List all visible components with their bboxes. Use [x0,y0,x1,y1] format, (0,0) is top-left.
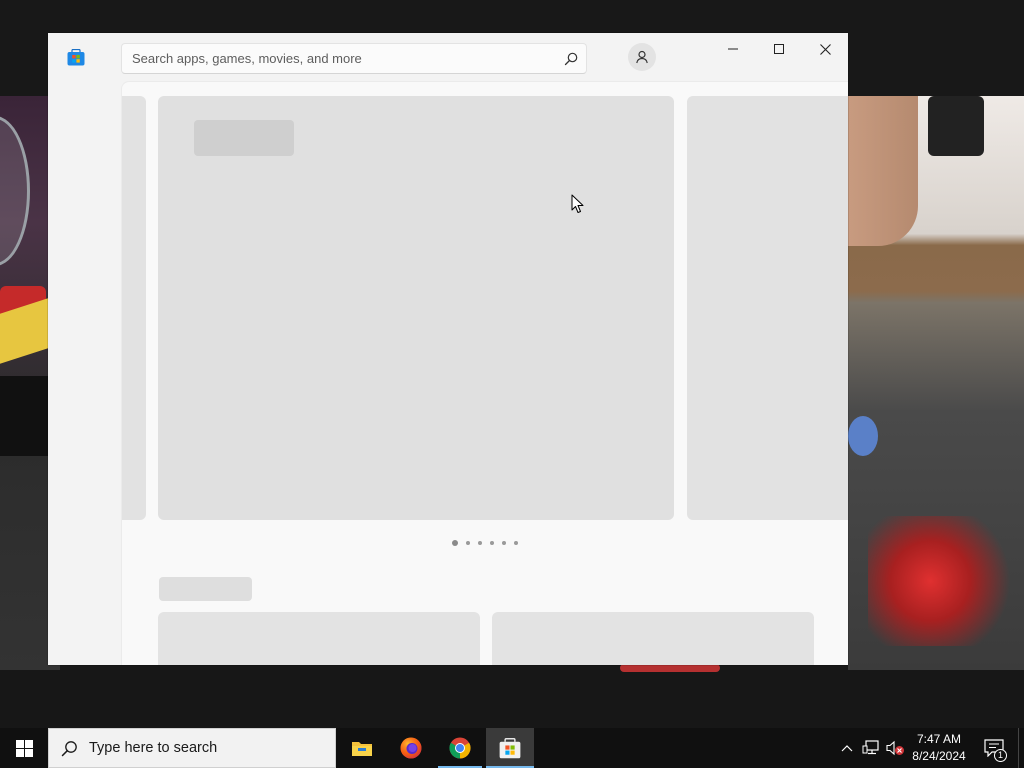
loading-card[interactable] [158,612,480,665]
user-icon [636,50,648,64]
taskbar-chrome[interactable] [436,728,484,768]
pager-dot[interactable] [514,541,518,545]
notification-count-badge: 1 [994,749,1007,762]
hero-title-placeholder [194,120,294,156]
pager-dot[interactable] [452,540,458,546]
show-hidden-icons-button[interactable] [838,728,856,768]
pager-dot[interactable] [490,541,494,545]
store-content-area[interactable] [121,81,848,665]
hero-card-loading[interactable] [158,96,674,520]
microsoft-store-icon [499,737,521,758]
store-search-box[interactable] [121,43,587,74]
search-icon [61,740,77,756]
clock-date: 8/24/2024 [912,749,966,763]
minimize-button[interactable] [710,33,756,65]
section-title-placeholder [159,577,252,601]
network-icon [862,740,879,755]
profile-button[interactable] [628,43,656,71]
hero-pager [452,540,518,546]
loading-card[interactable] [492,612,814,665]
chrome-icon [449,737,471,759]
firefox-icon [400,737,422,759]
navigation-rail [48,83,121,665]
hero-card-next[interactable] [687,96,848,520]
taskbar-firefox[interactable] [387,728,435,768]
chevron-up-icon [841,745,853,752]
maximize-button[interactable] [756,33,802,65]
windows-logo-icon [15,739,33,757]
start-button[interactable] [0,728,48,768]
title-bar[interactable] [48,33,848,83]
mouse-cursor [571,194,584,213]
show-desktop-button[interactable] [1018,728,1024,768]
wallpaper-right-region [848,96,1024,670]
taskbar-microsoft-store[interactable] [486,728,534,768]
clock-time: 7:47 AM [916,732,962,746]
maximize-icon [774,44,784,54]
pager-dot[interactable] [502,541,506,545]
taskbar-search-placeholder: Type here to search [89,740,218,756]
store-search-input[interactable] [122,44,556,73]
taskbar-search-box[interactable]: Type here to search [48,728,336,768]
minimize-icon [728,48,738,50]
action-center-button[interactable]: 1 [980,728,1008,768]
volume-muted-icon [886,740,904,756]
hero-card-previous[interactable] [122,96,146,520]
close-button[interactable] [802,33,848,65]
microsoft-store-icon [67,49,85,66]
file-explorer-icon [352,742,372,756]
taskbar: Type here to search 7:47 AM 8/24/2024 1 [0,728,1024,768]
pager-dot[interactable] [466,541,470,545]
taskbar-clock[interactable]: 7:47 AM 8/24/2024 [906,728,972,768]
search-icon[interactable] [556,44,586,74]
volume-button[interactable] [884,728,906,768]
network-button[interactable] [860,728,882,768]
store-window [48,33,848,665]
close-icon [819,43,831,55]
pager-dot[interactable] [478,541,482,545]
taskbar-file-explorer[interactable] [338,728,386,768]
